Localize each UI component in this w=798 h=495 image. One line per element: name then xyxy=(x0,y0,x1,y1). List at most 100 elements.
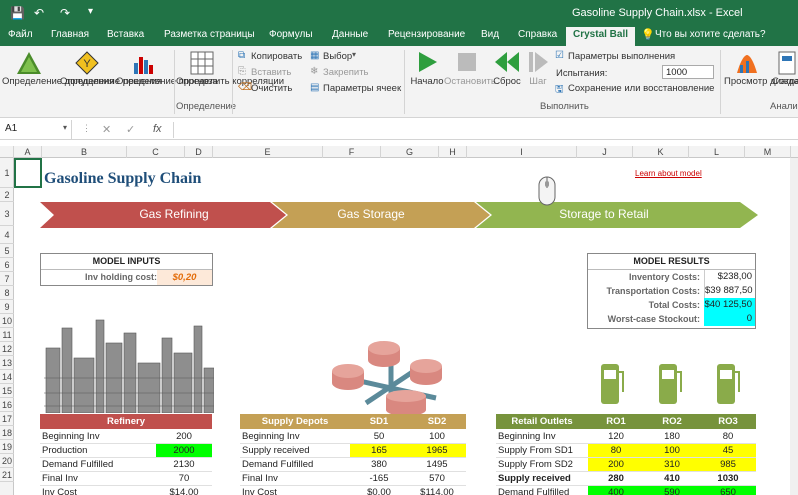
tab-review[interactable]: Рецензирование xyxy=(388,29,465,40)
define-correlations-button[interactable]: Определить корреляции xyxy=(176,76,284,87)
column-header-m[interactable]: M xyxy=(745,146,791,158)
gas-pump-icon xyxy=(717,364,740,404)
tab-file[interactable]: Файл xyxy=(8,29,33,40)
row-header-2[interactable]: 2 xyxy=(0,188,14,202)
row-header-4[interactable]: 4 xyxy=(0,226,14,244)
tab-home[interactable]: Главная xyxy=(51,29,89,40)
create-report-button[interactable]: Созда отчет xyxy=(772,76,798,87)
refinery-row-label: Production xyxy=(40,444,156,458)
row-header-16[interactable]: 16 xyxy=(0,398,14,412)
chevron-down-icon[interactable]: ▾ xyxy=(63,123,67,132)
row-header-3[interactable]: 3 xyxy=(0,202,14,226)
select-button[interactable]: Выбор xyxy=(323,51,352,62)
row-header-5[interactable]: 5 xyxy=(0,244,14,258)
retail-cell: 120 xyxy=(588,430,644,444)
column-header-l[interactable]: L xyxy=(689,146,745,158)
define-decision-button[interactable]: Определение решения xyxy=(60,76,162,87)
row-header-20[interactable]: 20 xyxy=(0,454,14,468)
learn-about-model-link[interactable]: Learn about model xyxy=(635,169,702,178)
column-header-d[interactable]: D xyxy=(185,146,213,158)
tab-crystal-ball[interactable]: Crystal Ball xyxy=(566,27,636,46)
active-cell-a1[interactable] xyxy=(14,158,42,188)
start-button[interactable]: Начало xyxy=(408,76,446,87)
vertical-scrollbar[interactable] xyxy=(790,158,798,495)
row-header-14[interactable]: 14 xyxy=(0,370,14,384)
ribbon-tabs: Файл Главная Вставка Разметка страницы Ф… xyxy=(0,26,798,46)
undo-icon[interactable]: ↶ xyxy=(34,6,44,20)
tab-formulas[interactable]: Формулы xyxy=(269,29,313,40)
formula-input[interactable] xyxy=(173,122,798,138)
column-header-b[interactable]: B xyxy=(42,146,127,158)
column-header-j[interactable]: J xyxy=(577,146,633,158)
formula-bar: A1 ▾ ⋮ ✕ ✓ fx xyxy=(0,120,798,140)
freeze-button[interactable]: Закрепить xyxy=(323,67,369,78)
reset-icon xyxy=(495,52,519,72)
column-header-f[interactable]: F xyxy=(323,146,381,158)
row-header-19[interactable]: 19 xyxy=(0,440,14,454)
tab-help[interactable]: Справка xyxy=(518,29,557,40)
worksheet[interactable]: Gasoline Supply Chain Learn about model … xyxy=(14,158,798,495)
view-charts-icon xyxy=(737,55,757,73)
row-header-1[interactable]: 1 xyxy=(0,158,14,188)
customize-qat-icon[interactable]: ▾ xyxy=(88,6,93,17)
row-header-9[interactable]: 9 xyxy=(0,300,14,314)
define-forecast-button[interactable]: Определение прогноза xyxy=(116,76,218,87)
view-charts-button[interactable]: Просмотр диаграммы xyxy=(724,76,798,87)
row-header-12[interactable]: 12 xyxy=(0,342,14,356)
run-prefs-button[interactable]: Параметры выполнения xyxy=(568,51,675,62)
tell-me-search[interactable]: Что вы хотите сделать? xyxy=(655,29,766,40)
stop-button[interactable]: Остановить xyxy=(444,76,496,87)
column-header-c[interactable]: C xyxy=(127,146,185,158)
copy-button[interactable]: Копировать xyxy=(251,51,302,62)
retail-cell: 80 xyxy=(700,430,756,444)
reset-button[interactable]: Сброс xyxy=(492,76,522,87)
depots-cell: 50 xyxy=(350,430,408,444)
save-icon[interactable]: 💾 xyxy=(10,6,25,20)
ribbon-separator xyxy=(404,50,405,114)
row-header-10[interactable]: 10 xyxy=(0,314,14,328)
tab-insert[interactable]: Вставка xyxy=(107,29,144,40)
freeze-icon: ❄ xyxy=(310,66,319,77)
cancel-icon[interactable]: ✕ xyxy=(102,123,111,136)
row-header-21[interactable]: 21 xyxy=(0,468,14,482)
column-header-h[interactable]: H xyxy=(439,146,467,158)
refinery-header: Refinery xyxy=(40,414,212,429)
row-header-8[interactable]: 8 xyxy=(0,286,14,300)
column-header-e[interactable]: E xyxy=(213,146,323,158)
row-header-11[interactable]: 11 xyxy=(0,328,14,342)
name-box[interactable]: A1 ▾ xyxy=(0,120,72,140)
insert-function-button[interactable]: fx xyxy=(153,123,162,135)
row-header-13[interactable]: 13 xyxy=(0,356,14,370)
step-button[interactable]: Шаг xyxy=(525,76,551,87)
model-results-box: MODEL RESULTS Inventory Costs: $238,00 T… xyxy=(587,253,756,329)
column-header-k[interactable]: K xyxy=(633,146,689,158)
model-inputs-box: MODEL INPUTS Inv holding cost: $0,20 xyxy=(40,253,213,286)
trials-input[interactable]: 1000 xyxy=(662,65,714,79)
tab-data[interactable]: Данные xyxy=(332,29,368,40)
clear-button[interactable]: Очистить xyxy=(251,83,292,94)
row-header-17[interactable]: 17 xyxy=(0,412,14,426)
row-header-18[interactable]: 18 xyxy=(0,426,14,440)
column-header-g[interactable]: G xyxy=(381,146,439,158)
column-header-i[interactable]: I xyxy=(467,146,577,158)
paste-button[interactable]: Вставить xyxy=(251,67,291,78)
row-header-15[interactable]: 15 xyxy=(0,384,14,398)
retail-cell: 200 xyxy=(588,458,644,472)
inv-holding-cost-input[interactable]: $0,20 xyxy=(157,270,212,285)
tab-view[interactable]: Вид xyxy=(481,29,499,40)
stage-label-storage: Gas Storage xyxy=(337,207,405,221)
select-all-corner[interactable] xyxy=(0,146,14,158)
row-header-7[interactable]: 7 xyxy=(0,272,14,286)
row-header-6[interactable]: 6 xyxy=(0,258,14,272)
save-restore-button[interactable]: Сохранение или восстановление xyxy=(568,83,714,94)
group-label-run: Выполнить xyxy=(540,101,589,112)
define-assumption-button[interactable]: Определение допущения xyxy=(2,76,114,87)
depots-cell: -165 xyxy=(350,472,408,486)
cell-prefs-button[interactable]: Параметры ячеек xyxy=(323,83,401,94)
mouse-icon[interactable] xyxy=(538,176,556,206)
refinery-production-input[interactable]: 2000 xyxy=(156,444,212,458)
enter-icon[interactable]: ✓ xyxy=(126,123,135,136)
column-header-a[interactable]: A xyxy=(14,146,42,158)
redo-icon[interactable]: ↷ xyxy=(60,6,70,20)
tab-page-layout[interactable]: Разметка страницы xyxy=(164,29,255,40)
